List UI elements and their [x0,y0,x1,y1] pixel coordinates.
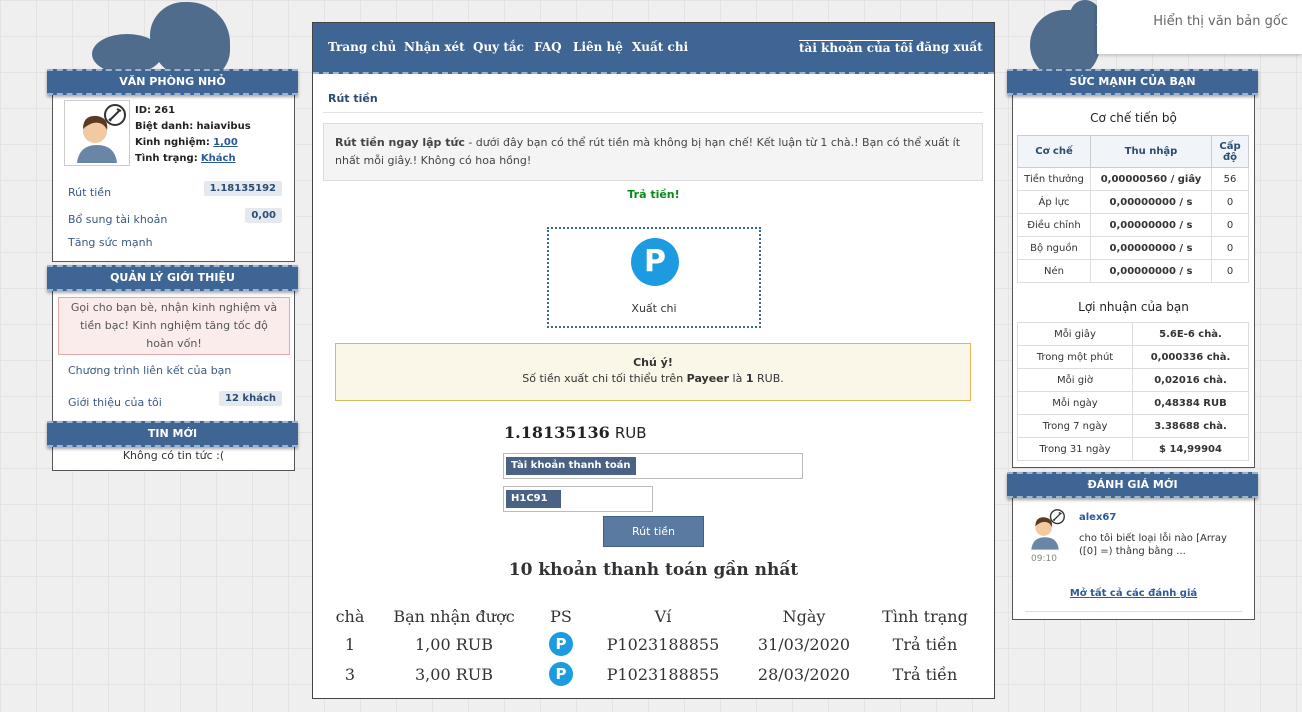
reviews-panel: 09:10 alex67 cho tôi biết loại lỗi nào [… [1012,486,1255,620]
id-value: 261 [154,105,176,116]
news-empty-text: Không có tin tức :( [122,449,225,462]
notice-text: Số tiền xuất chi tối thiểu trên Payeer l… [522,372,784,385]
account-field-label: Tài khoản thanh toán [506,457,636,475]
power-panel: Cơ chế tiến bộ Cơ chế Thu nhập Cấp độ Ti… [1012,80,1255,468]
table-row: Mỗi ngày 0,48384 RUB [1017,391,1249,415]
col-wallet: Ví [654,606,672,626]
page-title: Rút tiền [328,92,378,105]
nickname-value: haiavibus [196,121,251,132]
col-status: Tình trạng [882,606,968,626]
profit-title: Lợi nhuận của bạn [1078,300,1189,314]
translate-popup: Hiển thị văn bản gốc [1097,0,1302,54]
captcha-code: H1C91 [506,490,561,508]
mechanism-table: Cơ chế Thu nhập Cấp độ Tiền thưởng 0,000… [1017,135,1249,283]
table-row: 3 3,00 RUB P P1023188855 28/03/2020 Trả … [327,659,981,689]
table-row: Trong 31 ngày $ 14,99904 [1017,437,1249,461]
withdraw-submit-button[interactable]: Rút tiền [603,516,704,547]
power-title: SỨC MẠNH CỦA BẠN [1007,69,1258,95]
mechanism-title: Cơ chế tiến bộ [1090,111,1177,125]
nav-contact[interactable]: Liên hệ [573,40,623,54]
nav-home[interactable]: Trang chủ [328,40,396,54]
table-row: Trong một phút 0,000336 chà. [1017,345,1249,369]
review-user-link[interactable]: alex67 [1079,512,1116,523]
table-row: Tiền thưởng 0,00000560 / giây 56 [1017,167,1249,191]
table-row: 1 1,00 RUB P P1023188855 31/03/2020 Trả … [327,629,981,659]
payeer-icon: P [549,632,573,656]
id-label: ID: [135,105,152,116]
topup-row[interactable]: Bổ sung tài khoản 0,00 [68,208,282,227]
nav-rules[interactable]: Quy tắc [473,40,524,54]
balance-value: 1.18135136 [504,423,610,442]
office-panel: ID: 261 Biệt danh: haiavibus Kinh nghiệm… [52,80,295,262]
experience-label: Kinh nghiệm: [135,137,210,148]
topup-balance: 0,00 [245,208,282,223]
payeer-icon: P [631,238,679,286]
nav-faq[interactable]: FAQ [534,40,562,54]
office-title: VĂN PHÒNG NHỎ [47,69,298,95]
decorative-blob [92,34,162,74]
increase-power-link[interactable]: Tăng sức mạnh [68,236,153,249]
reviews-divider [1025,611,1242,612]
referral-notice: Gọi cho bạn bè, nhận kinh nghiệm và tiền… [58,297,290,355]
nav-payout[interactable]: Xuất chi [632,40,688,54]
main-content: Trang chủ Nhận xét Quy tắc FAQ Liên hệ X… [312,22,995,699]
balance-unit: RUB [614,424,647,442]
captcha-field[interactable]: H1C91 [503,486,653,512]
my-referrals-row[interactable]: Giới thiệu của tôi 12 khách [68,391,282,410]
payeer-icon: P [549,662,573,686]
affiliate-program-link[interactable]: Chương trình liên kết của bạn [68,364,231,377]
withdraw-row[interactable]: Rút tiền 1.18135192 [68,181,282,200]
notice-title: Chú ý! [633,356,673,369]
referral-panel: Gọi cho bạn bè, nhận kinh nghiệm và tiền… [52,280,295,422]
topup-link[interactable]: Bổ sung tài khoản [68,213,167,226]
top-navigation: Trang chủ Nhận xét Quy tắc FAQ Liên hệ X… [313,23,994,74]
account-field[interactable]: Tài khoản thanh toán [503,453,803,479]
open-all-reviews-link[interactable]: Mở tất cả các đánh giá [1013,588,1254,599]
payment-method-label: Xuất chi [631,302,677,315]
table-row: Mỗi giờ 0,02016 chà. [1017,368,1249,392]
recent-payments-table: chà Bạn nhận được PS Ví Ngày Tình trạng … [327,603,981,689]
news-title: TIN MỚI [47,421,298,447]
min-payout-notice: Chú ý! Số tiền xuất chi tối thiểu trên P… [335,343,971,401]
avatar [64,100,130,166]
my-referrals-link[interactable]: Giới thiệu của tôi [68,396,162,409]
withdraw-balance: 1.18135192 [203,181,282,196]
reviews-title: ĐÁNH GIÁ MỚI [1007,472,1258,498]
review-text: cho tôi biết loại lỗi nào [Array ([0] =)… [1079,533,1227,557]
col-date: Ngày [782,606,826,626]
profit-table: Mỗi giây 5.6E-6 chà. Trong một phút 0,0003… [1017,322,1249,461]
nav-logout[interactable]: đăng xuất [916,40,983,54]
nav-reviews[interactable]: Nhận xét [404,40,465,54]
status-link[interactable]: Khách [201,153,236,164]
review-avatar [1023,507,1067,551]
experience-link[interactable]: 1,00 [213,137,238,148]
nav-my-account[interactable]: tài khoản của tôi [799,40,913,55]
balance-display: 1.18135136 RUB [504,423,647,442]
nickname-label: Biệt danh: [135,121,194,132]
recent-payments-title: 10 khoản thanh toán gần nhất [508,560,799,580]
table-row: Bộ nguồn 0,00000000 / s 0 [1017,236,1249,260]
table-row: Nén 0,00000000 / s 0 [1017,259,1249,283]
title-divider [323,112,983,113]
pay-status: Trả tiền! [627,188,680,201]
referral-count: 12 khách [219,391,282,406]
status-label: Tình trạng: [135,153,198,164]
table-row: Trong 7 ngày 3.38688 chà. [1017,414,1249,438]
show-original-text-button[interactable]: Hiển thị văn bản gốc [1153,14,1288,29]
info-box: Rút tiền ngay lập tức - dưới đây bạn có … [323,123,983,181]
info-bold-text: Rút tiền ngay lập tức [335,136,465,149]
table-row: Mỗi giây 5.6E-6 chà. [1017,322,1249,346]
table-row: Áp lực 0,00000000 / s 0 [1017,190,1249,214]
col-ps: PS [550,606,572,626]
review-time: 09:10 [1031,554,1057,564]
withdraw-link[interactable]: Rút tiền [68,186,111,199]
referral-title: QUẢN LÝ GIỚI THIỆU [47,265,298,291]
payment-method-card[interactable]: P Xuất chi [547,227,761,328]
col-received: Bạn nhận được [393,606,515,626]
col-cha: chà [335,606,365,626]
decorative-blob [1070,0,1100,30]
table-row: Điều chỉnh 0,00000000 / s 0 [1017,213,1249,237]
